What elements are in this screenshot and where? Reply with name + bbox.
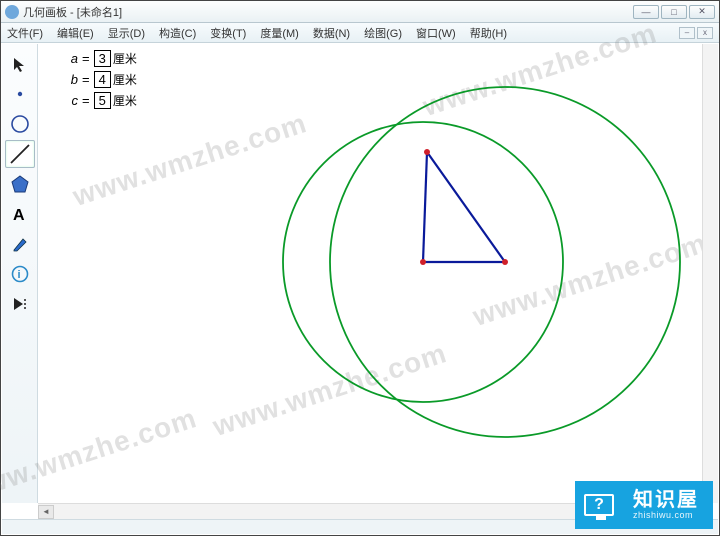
menu-edit[interactable]: 编辑(E)	[57, 25, 94, 41]
polygon-tool[interactable]	[5, 170, 35, 198]
monitor-icon: ?	[584, 494, 614, 516]
menu-measure[interactable]: 度量(M)	[260, 25, 299, 41]
close-button[interactable]: ✕	[689, 5, 715, 19]
hscroll-left-arrow[interactable]: ◄	[38, 505, 54, 519]
menu-data[interactable]: 数据(N)	[313, 25, 350, 41]
svg-text:i: i	[17, 269, 20, 281]
arrow-tool[interactable]	[5, 50, 35, 78]
menu-transform[interactable]: 变换(T)	[210, 25, 246, 41]
minimize-button[interactable]: —	[633, 5, 659, 19]
brand-cn: 知识屋	[633, 490, 699, 510]
window-title: 几何画板 - [未命名1]	[23, 4, 122, 20]
custom-tool[interactable]	[5, 290, 35, 318]
brand-text: 知识屋 zhishiwu.com	[633, 490, 699, 520]
document-controls: – x	[679, 27, 713, 39]
work-area: A i a = 3 厘米 b = 4 厘米	[2, 44, 718, 503]
point-left[interactable]	[420, 259, 426, 265]
segment-hyp[interactable]	[427, 152, 505, 262]
app-icon	[5, 5, 19, 19]
vertical-scrollbar[interactable]	[702, 44, 718, 503]
info-tool[interactable]: i	[5, 260, 35, 288]
marker-tool[interactable]	[5, 230, 35, 258]
menu-help[interactable]: 帮助(H)	[470, 25, 507, 41]
segment-left[interactable]	[423, 152, 427, 262]
menu-bar: 文件(F) 编辑(E) 显示(D) 构造(C) 变换(T) 度量(M) 数据(N…	[1, 23, 719, 43]
sketch-svg	[38, 44, 718, 503]
doc-close-button[interactable]: x	[697, 27, 713, 39]
circle-tool[interactable]	[5, 110, 35, 138]
tool-palette: A i	[2, 44, 38, 503]
text-tool[interactable]: A	[5, 200, 35, 228]
title-bar: 几何画板 - [未命名1] — □ ✕	[1, 1, 719, 23]
menu-window[interactable]: 窗口(W)	[416, 25, 456, 41]
doc-minimize-button[interactable]: –	[679, 27, 695, 39]
point-top[interactable]	[424, 149, 430, 155]
menu-file[interactable]: 文件(F)	[7, 25, 43, 41]
drawing-canvas[interactable]: a = 3 厘米 b = 4 厘米 c = 5 厘米 www.wmzhe.com…	[38, 44, 718, 503]
line-tool[interactable]	[5, 140, 35, 168]
brand-badge: ? 知识屋 zhishiwu.com	[575, 481, 713, 529]
menu-graph[interactable]: 绘图(G)	[364, 25, 402, 41]
window-buttons: — □ ✕	[633, 5, 715, 19]
brand-icon: ?	[575, 481, 623, 529]
point-tool[interactable]	[5, 80, 35, 108]
svg-text:A: A	[13, 207, 25, 224]
brand-en: zhishiwu.com	[633, 510, 699, 520]
menu-display[interactable]: 显示(D)	[108, 25, 145, 41]
point-right[interactable]	[502, 259, 508, 265]
maximize-button[interactable]: □	[661, 5, 687, 19]
menu-construct[interactable]: 构造(C)	[159, 25, 196, 41]
